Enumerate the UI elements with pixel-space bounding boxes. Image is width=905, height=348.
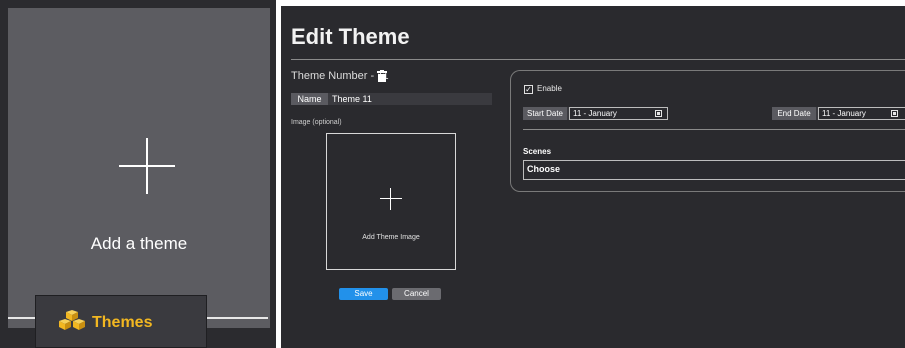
start-date-value: 11 - January bbox=[573, 109, 617, 118]
enable-label: Enable bbox=[537, 84, 562, 93]
themes-tab[interactable]: Themes bbox=[35, 295, 207, 348]
scenes-select-value: Choose bbox=[527, 164, 561, 174]
end-date-value: 11 - January bbox=[822, 109, 866, 118]
add-theme-tile[interactable] bbox=[8, 8, 270, 328]
title-divider bbox=[291, 59, 905, 60]
add-theme-label: Add a theme bbox=[90, 234, 188, 253]
save-button[interactable]: Save bbox=[339, 288, 388, 300]
start-date-label: Start Date bbox=[523, 107, 567, 120]
schedule-settings-box: ✓ Enable Start Date 11 - January End Dat… bbox=[510, 70, 905, 192]
scenes-label: Scenes bbox=[523, 147, 552, 156]
end-date-picker[interactable]: 11 - January bbox=[818, 107, 905, 120]
boxes-icon bbox=[59, 310, 85, 330]
end-date-row: End Date 11 - January bbox=[772, 107, 905, 120]
add-theme-image-dropzone[interactable]: Add Theme Image bbox=[326, 133, 456, 270]
plus-icon bbox=[119, 138, 175, 194]
start-date-picker[interactable]: 11 - January bbox=[569, 107, 668, 120]
calendar-icon[interactable] bbox=[891, 110, 898, 117]
add-theme-card: Add a theme Themes bbox=[0, 0, 276, 348]
settings-divider bbox=[523, 129, 905, 130]
trash-icon[interactable] bbox=[377, 70, 387, 82]
name-label: Name bbox=[291, 93, 328, 105]
name-field-row: Name Theme 11 bbox=[291, 93, 492, 105]
themes-tab-label: Themes bbox=[92, 314, 153, 331]
enable-checkbox[interactable]: ✓ bbox=[524, 85, 533, 94]
scenes-select[interactable]: Choose bbox=[523, 160, 905, 180]
start-date-row: Start Date 11 - January bbox=[523, 107, 668, 120]
theme-number-label: Theme Number - 11 bbox=[291, 70, 389, 82]
plus-icon bbox=[380, 188, 402, 210]
edit-theme-panel: Edit Theme Theme Number - 11 Name Theme … bbox=[281, 6, 905, 348]
image-optional-label: Image (optional) bbox=[291, 119, 342, 126]
cancel-button[interactable]: Cancel bbox=[392, 288, 441, 300]
name-input[interactable]: Theme 11 bbox=[332, 93, 372, 105]
calendar-icon[interactable] bbox=[655, 110, 662, 117]
end-date-label: End Date bbox=[772, 107, 816, 120]
add-theme-image-label: Add Theme Image bbox=[362, 234, 420, 241]
page-title: Edit Theme bbox=[291, 24, 410, 49]
